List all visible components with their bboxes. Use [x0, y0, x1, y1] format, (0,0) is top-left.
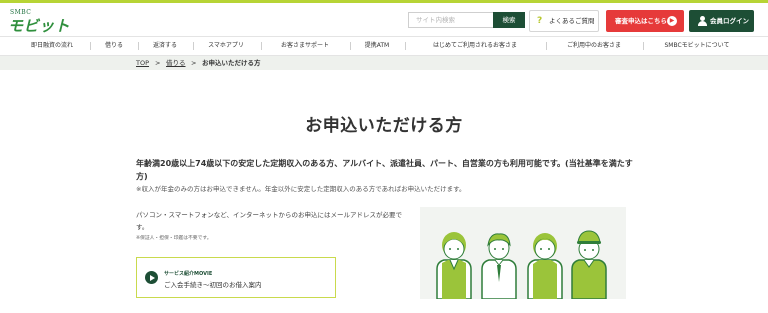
user-icon: [698, 16, 707, 26]
movie-title: ご入会手続き～初回のお借入案内: [164, 281, 262, 289]
page-title: お申込いただける方: [305, 116, 463, 136]
apply-button[interactable]: 審査申込はこちら ▶: [606, 10, 684, 32]
site-search: 検索: [408, 12, 525, 28]
smbc-mobit-logo[interactable]: SMBC モビット: [8, 9, 80, 35]
breadcrumb-borrow-link[interactable]: 借りる: [166, 56, 186, 70]
no-guarantor-note: ※保証人・担保・印鑑は不要です。: [136, 236, 212, 241]
pension-note: ※収入が年金のみの方はお申込できません。年金以外に安定した定期収入のある方であれ…: [136, 185, 466, 193]
question-icon: ?: [537, 16, 543, 26]
people-illustration-svg: [436, 230, 607, 299]
breadcrumb-top-link[interactable]: TOP: [136, 56, 149, 70]
person-woman-1: [436, 232, 472, 299]
search-input[interactable]: [408, 12, 493, 28]
nav-item-support[interactable]: お客さまサポート: [263, 37, 347, 55]
faq-button[interactable]: ? よくあるご質問: [529, 10, 599, 32]
nav-divider: [193, 42, 194, 50]
apply-label: 審査申込はこちら: [615, 17, 667, 25]
breadcrumb-current: お申込いただける方: [202, 59, 261, 67]
nav-divider: [643, 42, 644, 50]
breadcrumb-separator: >: [191, 59, 197, 67]
eligibility-condition: 年齢満20歳以上74歳以下の安定した定期収入のある方、アルバイト、派遣社員、パー…: [136, 159, 633, 181]
person-man-cap: [571, 230, 607, 299]
nav-divider: [350, 42, 351, 50]
breadcrumb-separator: >: [155, 59, 161, 67]
search-button[interactable]: 検索: [493, 12, 525, 28]
play-icon: [145, 271, 158, 284]
site-header: SMBC モビット 検索 ? よくあるご質問 審査申込はこちら ▶ 会員ログイン: [0, 3, 768, 36]
nav-divider: [138, 42, 139, 50]
nav-item-about[interactable]: SMBCモビットについて: [645, 37, 749, 55]
global-nav: 即日融資の流れ 借りる 返済する スマホアプリ お客さまサポート 提携ATM は…: [0, 36, 768, 56]
nav-item-app[interactable]: スマホアプリ: [195, 37, 257, 55]
nav-divider: [90, 42, 91, 50]
service-movie-link[interactable]: サービス紹介MOVIE ご入会手続き～初回のお借入案内: [136, 257, 336, 298]
nav-divider: [546, 42, 547, 50]
nav-item-first-time[interactable]: はじめてご利用されるお客さま: [407, 37, 543, 55]
breadcrumb: TOP > 借りる > お申込いただける方: [0, 56, 768, 70]
nav-item-same-day-loan[interactable]: 即日融資の流れ: [18, 37, 86, 55]
login-label: 会員ログイン: [710, 17, 749, 25]
nav-divider: [261, 42, 262, 50]
nav-item-repay[interactable]: 返済する: [140, 37, 190, 55]
nav-item-borrow[interactable]: 借りる: [92, 37, 136, 55]
nav-item-atm[interactable]: 提携ATM: [352, 37, 402, 55]
nav-item-current-customers[interactable]: ご利用中のお客さま: [548, 37, 640, 55]
person-woman-2: [527, 233, 563, 299]
person-man-1: [481, 233, 517, 299]
logo-main-text: モビット: [8, 17, 71, 35]
member-login-button[interactable]: 会員ログイン: [689, 10, 754, 32]
nav-divider: [405, 42, 406, 50]
email-requirement-text: パソコン・スマートフォンなど、インターネットからのお申込にはメールアドレスが必要…: [136, 211, 402, 231]
movie-label: サービス紹介MOVIE: [164, 271, 213, 277]
arrow-circle-icon: ▶: [667, 16, 677, 26]
faq-label: よくあるご質問: [549, 17, 595, 25]
people-illustration: [420, 207, 626, 299]
